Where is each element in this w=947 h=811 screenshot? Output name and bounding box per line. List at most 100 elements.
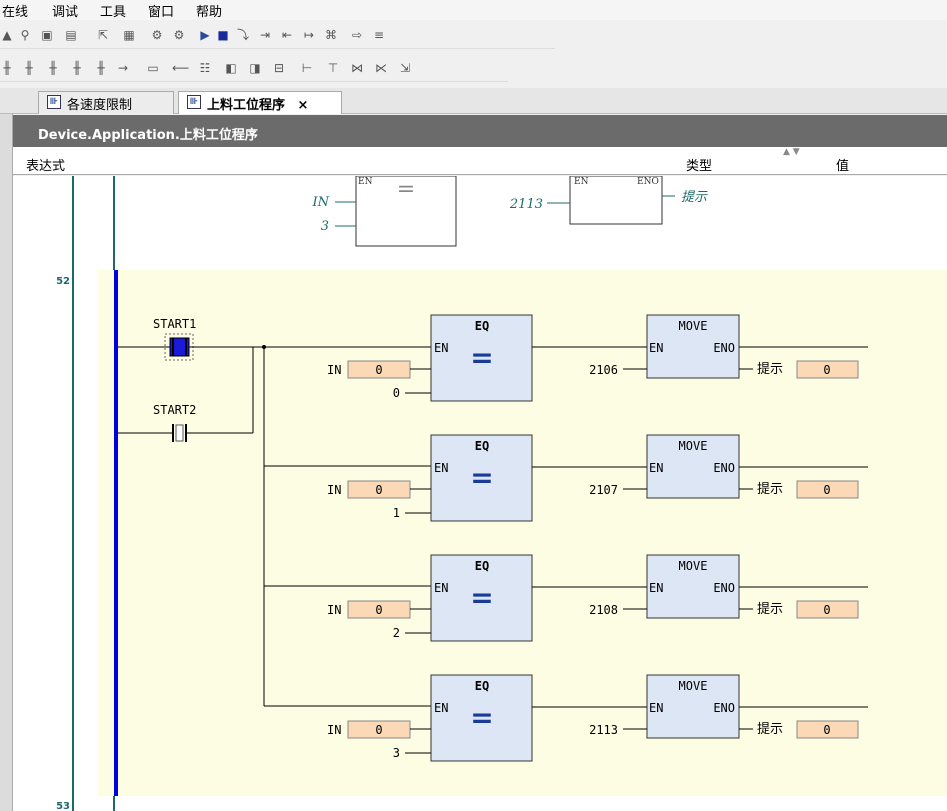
eq-title: EQ <box>475 679 489 693</box>
contact-parallel-icon[interactable]: ╫ <box>46 61 60 75</box>
prev-out-label: 提示 <box>681 190 708 205</box>
in-value: 0 <box>375 483 382 497</box>
menu-help[interactable]: 帮助 <box>196 1 222 20</box>
eq-symbol: = <box>470 701 493 734</box>
move-in: 2108 <box>589 603 618 617</box>
prev-move-eno: ENO <box>637 177 659 187</box>
network-number-53: 53 <box>56 801 70 811</box>
copy-icon[interactable]: ▣ <box>40 28 54 42</box>
watch-list-header: 表达式 类型 值 ▲ ▼ <box>13 147 947 175</box>
ladder-icon: ⊪ <box>187 95 201 109</box>
export-icon[interactable]: ⇱ <box>96 28 110 42</box>
cursor-icon[interactable]: ▲ <box>0 28 14 42</box>
breakpoint-icon[interactable]: ⇨ <box>350 28 364 42</box>
menu-tools[interactable]: 工具 <box>100 1 126 20</box>
eq-const: 1 <box>393 506 400 520</box>
eq-symbol: = <box>470 461 493 494</box>
contact-icon[interactable]: ╫ <box>22 61 36 75</box>
move-title: MOVE <box>679 439 708 453</box>
comment-icon[interactable]: ☷ <box>198 61 212 75</box>
negated-contact-icon[interactable]: ╫ <box>70 61 84 75</box>
prev-in-label: IN <box>311 195 329 210</box>
column-value[interactable]: 值 <box>836 155 849 174</box>
eq-const: 2 <box>393 626 400 640</box>
ladder-icon: ⊪ <box>47 95 61 109</box>
menu-debug[interactable]: 调试 <box>52 1 78 20</box>
prev-eq-en: EN <box>358 177 373 187</box>
step-over-icon[interactable]: ⤵ <box>236 28 250 42</box>
in-label: IN <box>327 483 341 497</box>
move-eno: ENO <box>713 461 735 475</box>
column-type[interactable]: 类型 <box>686 155 712 174</box>
eq-title: EQ <box>475 559 489 573</box>
negate-icon[interactable]: ⊟ <box>272 61 286 75</box>
move-en: EN <box>649 581 663 595</box>
prev-move-en: EN <box>574 177 589 187</box>
prev-move-in: 2113 <box>509 197 543 212</box>
tab-close-icon[interactable]: × <box>298 98 309 113</box>
gear-icon[interactable]: ⚙ <box>150 28 164 42</box>
parallel-branch-icon[interactable]: ⊤ <box>326 61 340 75</box>
step-out-icon[interactable]: ⇤ <box>280 28 294 42</box>
coil-icon[interactable]: ╫ <box>0 61 14 75</box>
out-label: 提示 <box>757 601 783 617</box>
move-eno: ENO <box>713 581 735 595</box>
menu-online[interactable]: 在线 <box>2 1 28 20</box>
eq-title: EQ <box>475 319 489 333</box>
menu-bar: 在线 调试 工具 窗口 帮助 <box>0 0 947 20</box>
eq-symbol: = <box>470 341 493 374</box>
set-coil-icon[interactable]: ◧ <box>224 61 238 75</box>
logon-icon[interactable]: ⚲ <box>18 28 32 42</box>
in-value: 0 <box>375 723 382 737</box>
run-icon[interactable]: ▶ <box>198 28 212 42</box>
move-en: EN <box>649 701 663 715</box>
tab-loading-station[interactable]: ⊪ 上料工位程序 × <box>178 91 342 114</box>
prev-eq-symbol: = <box>397 177 415 202</box>
out-value: 0 <box>823 483 830 497</box>
contact-start1-label: START1 <box>153 317 196 331</box>
eq-symbol: = <box>470 581 493 614</box>
align-icon[interactable]: ⇲ <box>398 61 412 75</box>
return-icon[interactable]: ⟵ <box>172 61 189 75</box>
sort-arrows-icon[interactable]: ▲ ▼ <box>783 147 800 157</box>
eq-en: EN <box>434 461 448 475</box>
menu-window[interactable]: 窗口 <box>148 1 174 20</box>
move-en: EN <box>649 341 663 355</box>
out-value: 0 <box>823 723 830 737</box>
prev-network: EN = IN 3 EN ENO 2113 提示 <box>311 176 708 247</box>
contact-series-icon[interactable]: ╫ <box>94 61 108 75</box>
in-label: IN <box>327 723 341 737</box>
stop-icon[interactable]: ■ <box>216 28 230 42</box>
step-return-icon[interactable]: ↦ <box>302 28 316 42</box>
eq-en: EN <box>434 341 448 355</box>
out-label: 提示 <box>757 481 783 497</box>
in-value: 0 <box>375 603 382 617</box>
move-title: MOVE <box>679 559 708 573</box>
eq-const: 3 <box>393 746 400 760</box>
move-title: MOVE <box>679 319 708 333</box>
edge-neg-icon[interactable]: ⋉ <box>374 61 388 75</box>
eq-title: EQ <box>475 439 489 453</box>
ladder-editor[interactable]: 52 53 EN = IN 3 EN ENO 2113 提示 START1 ST… <box>13 176 947 811</box>
box-icon[interactable]: ▭ <box>146 61 160 75</box>
column-expression[interactable]: 表达式 <box>26 155 65 174</box>
tab-label: 上料工位程序 <box>207 98 286 113</box>
jump-icon[interactable]: → <box>116 61 130 75</box>
out-value: 0 <box>823 603 830 617</box>
editor-tabs: ⊪ 各速度限制 ⊪ 上料工位程序 × <box>0 88 947 114</box>
tab-speed-limit[interactable]: ⊪ 各速度限制 <box>38 91 174 114</box>
download-icon[interactable]: ▤ <box>64 28 78 42</box>
toolbar-ladder: ╫ ╫ ╫ ╫ ╫ → ▭ ⟵ ☷ ◧ ◨ ⊟ ⊢ ⊤ ⋈ ⋉ ⇲ <box>0 55 508 82</box>
in-label: IN <box>327 603 341 617</box>
reset-coil-icon[interactable]: ◨ <box>248 61 262 75</box>
force-icon[interactable]: ≡ <box>372 28 386 42</box>
left-panel-strip[interactable] <box>0 88 13 811</box>
move-in: 2113 <box>589 723 618 737</box>
move-in: 2107 <box>589 483 618 497</box>
step-into-icon[interactable]: ⇥ <box>258 28 272 42</box>
gear-red-icon[interactable]: ⚙ <box>172 28 186 42</box>
calc-icon[interactable]: ▦ <box>122 28 136 42</box>
branch-icon[interactable]: ⊢ <box>300 61 314 75</box>
cursor-step-icon[interactable]: ⌘ <box>324 28 338 42</box>
edge-icon[interactable]: ⋈ <box>350 61 364 75</box>
